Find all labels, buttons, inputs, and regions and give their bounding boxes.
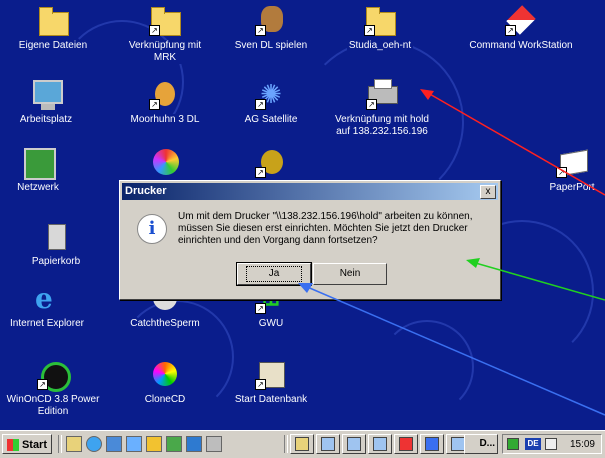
task-app-icon	[399, 437, 413, 451]
quicklaunch-desktop-icon[interactable]	[66, 436, 82, 452]
system-tray: DE 15:09	[502, 434, 602, 454]
task-button[interactable]	[420, 434, 444, 454]
quicklaunch-tool-icon[interactable]	[206, 436, 222, 452]
language-indicator[interactable]: DE	[525, 438, 541, 450]
task-button[interactable]	[290, 434, 314, 454]
start-label: Start	[21, 439, 47, 451]
task-button[interactable]	[342, 434, 366, 454]
quicklaunch-channel-icon[interactable]	[126, 436, 142, 452]
red-arrow	[427, 92, 605, 196]
task-app-icon	[295, 437, 309, 451]
clock: 15:09	[569, 439, 595, 450]
task-app-icon	[373, 437, 387, 451]
task-button-active[interactable]: D...	[464, 434, 498, 454]
task-app-icon	[321, 437, 335, 451]
quicklaunch-app-icon[interactable]	[166, 436, 182, 452]
blue-arrow	[304, 285, 605, 416]
windows-logo-icon	[7, 439, 19, 451]
task-app-icon	[347, 437, 361, 451]
task-app-icon	[425, 437, 439, 451]
task-app-icon	[451, 437, 465, 451]
quicklaunch-ie-icon[interactable]	[86, 436, 102, 452]
quicklaunch-network-icon[interactable]	[186, 436, 202, 452]
annotation-arrows	[298, 89, 605, 416]
task-button[interactable]	[368, 434, 392, 454]
taskbar: Start D... DE 15:09	[0, 430, 605, 458]
green-arrow	[471, 261, 605, 301]
taskbar-separator	[58, 435, 62, 453]
task-button[interactable]	[394, 434, 418, 454]
green-arrow-head	[466, 258, 480, 268]
task-button-label: D...	[479, 438, 495, 449]
quicklaunch-outlook-icon[interactable]	[106, 436, 122, 452]
tray-app-icon[interactable]	[507, 438, 519, 450]
taskbar-separator	[284, 435, 288, 453]
volume-icon[interactable]	[545, 438, 557, 450]
start-button[interactable]: Start	[2, 434, 52, 454]
quicklaunch-media-icon[interactable]	[146, 436, 162, 452]
task-button[interactable]	[316, 434, 340, 454]
